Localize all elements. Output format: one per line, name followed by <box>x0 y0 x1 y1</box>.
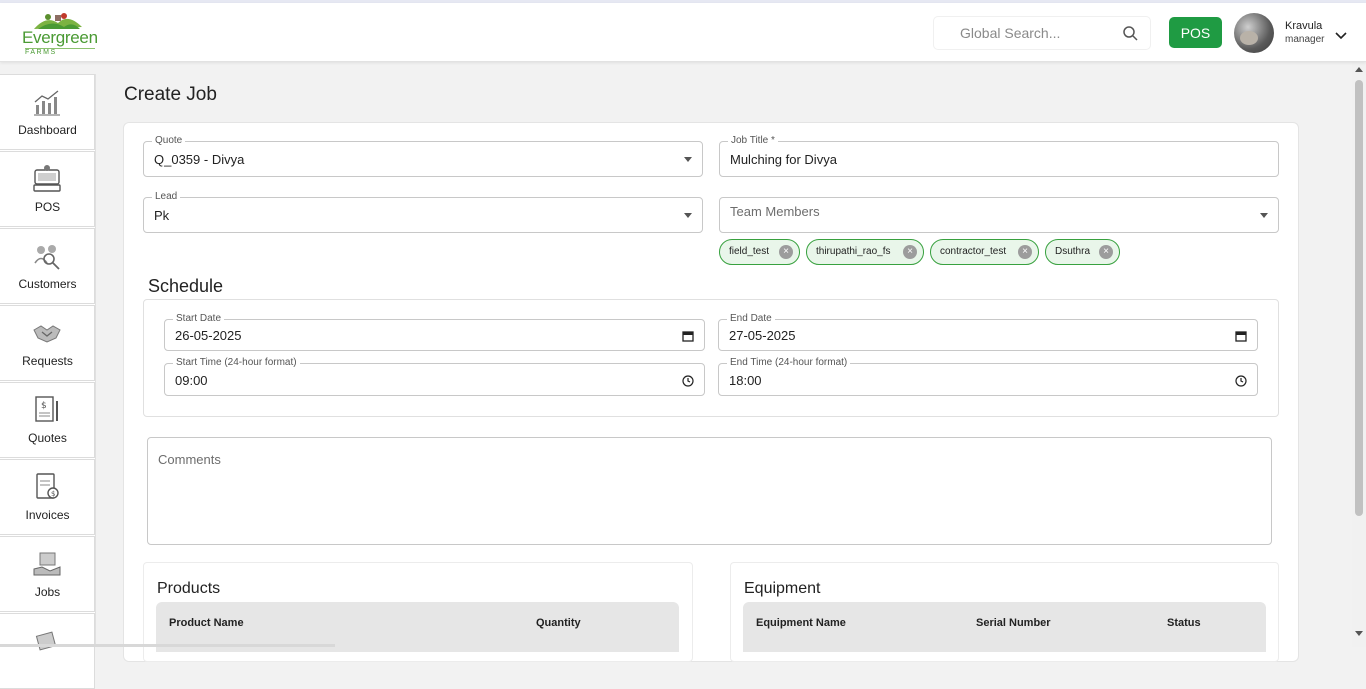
scroll-up-arrow-icon[interactable] <box>1355 67 1363 72</box>
team-members-select[interactable]: Team Members <box>719 197 1279 233</box>
equipment-table-header: Equipment Name Serial Number Status <box>743 602 1266 652</box>
end-date-field[interactable]: End Date 27-05-2025 <box>718 313 1258 351</box>
job-title-value[interactable]: Mulching for Divya <box>730 152 837 167</box>
remove-chip-icon[interactable]: × <box>779 245 793 259</box>
remove-chip-icon[interactable]: × <box>1018 245 1032 259</box>
sidebar-item-requests[interactable]: Requests <box>0 305 95 381</box>
quote-value: Q_0359 - Divya <box>154 152 245 167</box>
column-header: Quantity <box>536 617 581 629</box>
remove-chip-icon[interactable]: × <box>903 245 917 259</box>
global-search-input[interactable] <box>960 25 1120 41</box>
column-header: Equipment Name <box>756 617 846 629</box>
start-time-value[interactable]: 09:00 <box>175 373 208 388</box>
column-header: Status <box>1167 617 1201 629</box>
pos-button[interactable]: POS <box>1169 17 1222 48</box>
sidebar-item-customers[interactable]: Customers <box>0 228 95 304</box>
brand-subtitle: FARMS <box>25 48 95 56</box>
chevron-down-icon[interactable] <box>1335 27 1347 45</box>
sidebar-item-dashboard[interactable]: Dashboard <box>0 74 95 150</box>
job-title-label: Job Title * <box>728 135 778 147</box>
equipment-heading: Equipment <box>744 580 821 597</box>
schedule-section <box>143 299 1279 417</box>
lead-label: Lead <box>152 191 181 203</box>
quote-label: Quote <box>152 135 186 147</box>
clock-icon[interactable] <box>1235 374 1247 392</box>
sidebar-item-label: Requests <box>22 354 73 368</box>
brand-logo[interactable]: Evergreen FARMS <box>20 11 100 57</box>
end-time-label: End Time (24-hour format) <box>727 357 851 369</box>
quote-select[interactable]: Quote Q_0359 - Divya <box>143 135 703 177</box>
avatar[interactable] <box>1234 13 1274 53</box>
equipment-panel: Equipment Equipment Name Serial Number S… <box>730 562 1279 662</box>
sidebar-item-label: Quotes <box>28 431 67 445</box>
column-header: Serial Number <box>976 617 1051 629</box>
chip-label: Dsuthra <box>1055 246 1091 257</box>
chip-label: field_test <box>729 246 770 257</box>
start-date-value[interactable]: 26-05-2025 <box>175 328 242 343</box>
global-search <box>934 17 1150 49</box>
user-role: manager <box>1285 34 1325 45</box>
sidebar-item-label: Invoices <box>25 508 70 522</box>
team-member-chip: contractor_test × <box>930 239 1039 265</box>
clock-icon[interactable] <box>682 374 694 392</box>
svg-text:$: $ <box>51 490 55 498</box>
comments-textarea[interactable]: Comments <box>147 437 1272 545</box>
chart-icon <box>34 90 60 116</box>
customers-icon <box>34 245 60 270</box>
sidebar-item-label: POS <box>34 200 61 214</box>
dropdown-arrow-icon[interactable] <box>684 157 692 162</box>
dropdown-arrow-icon[interactable] <box>684 213 692 218</box>
comments-placeholder: Comments <box>158 452 221 467</box>
invoice-icon: $ <box>36 473 59 499</box>
sidebar-item-more[interactable] <box>0 613 95 689</box>
products-heading: Products <box>157 580 221 597</box>
scrollbar-thumb[interactable] <box>1355 80 1363 516</box>
dropdown-arrow-icon[interactable] <box>1260 213 1268 218</box>
sidebar-item-pos[interactable]: POS <box>0 151 95 227</box>
team-member-chip: thirupathi_rao_fs × <box>806 239 924 265</box>
calendar-icon[interactable] <box>682 329 694 347</box>
end-time-value[interactable]: 18:00 <box>729 373 762 388</box>
calendar-icon[interactable] <box>1235 329 1247 347</box>
quote-document-icon: $ <box>35 396 58 422</box>
lead-select[interactable]: Lead Pk <box>143 191 703 233</box>
handshake-icon <box>33 325 61 343</box>
products-panel: Products Product Name Quantity <box>143 562 693 662</box>
team-member-chip: Dsuthra × <box>1045 239 1120 265</box>
end-time-field[interactable]: End Time (24-hour format) 18:00 <box>718 357 1258 396</box>
start-time-field[interactable]: Start Time (24-hour format) 09:00 <box>164 357 705 396</box>
sidebar: Dashboard POS Customers Requests $ Quote… <box>0 74 96 689</box>
end-date-label: End Date <box>727 313 775 325</box>
search-icon[interactable] <box>1122 25 1138 46</box>
sidebar-item-quotes[interactable]: $ Quotes <box>0 382 95 458</box>
brand-name: Evergreen <box>22 28 98 47</box>
start-time-label: Start Time (24-hour format) <box>173 357 300 369</box>
sidebar-item-label: Customers <box>18 277 77 291</box>
start-date-field[interactable]: Start Date 26-05-2025 <box>164 313 705 351</box>
page-title: Create Job <box>124 84 217 105</box>
remove-chip-icon[interactable]: × <box>1099 245 1113 259</box>
team-members-placeholder: Team Members <box>730 204 820 219</box>
column-header: Product Name <box>169 617 244 629</box>
sidebar-item-jobs[interactable]: Jobs <box>0 536 95 612</box>
sidebar-item-label: Dashboard <box>18 123 77 137</box>
scroll-down-arrow-icon[interactable] <box>1355 631 1363 636</box>
pos-terminal-icon <box>33 165 61 192</box>
end-date-value[interactable]: 27-05-2025 <box>729 328 796 343</box>
app-header: Evergreen FARMS POS Kravula manager <box>0 3 1366 62</box>
sidebar-item-invoices[interactable]: $ Invoices <box>0 459 95 535</box>
start-date-label: Start Date <box>173 313 225 325</box>
chip-label: contractor_test <box>940 246 1007 257</box>
schedule-heading: Schedule <box>148 276 224 296</box>
job-title-field[interactable]: Job Title * Mulching for Divya <box>719 135 1279 177</box>
jobs-icon <box>33 552 61 576</box>
user-name[interactable]: Kravula <box>1285 20 1322 32</box>
svg-text:$: $ <box>41 401 47 411</box>
lead-value: Pk <box>154 208 170 223</box>
sidebar-item-label: Jobs <box>34 585 61 599</box>
package-icon <box>35 631 57 651</box>
team-member-chip: field_test × <box>719 239 800 265</box>
chip-label: thirupathi_rao_fs <box>816 246 891 257</box>
